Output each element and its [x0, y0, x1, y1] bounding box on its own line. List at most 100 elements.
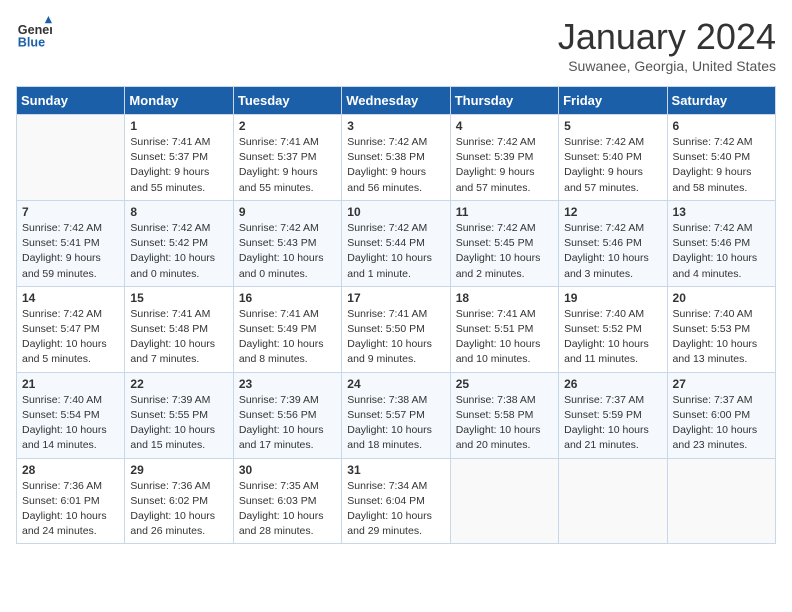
cell-content: Sunrise: 7:37 AMSunset: 5:59 PMDaylight:… [564, 393, 661, 454]
day-number: 14 [22, 291, 119, 305]
cell-content: Sunrise: 7:42 AMSunset: 5:39 PMDaylight:… [456, 135, 553, 196]
cell-content: Sunrise: 7:42 AMSunset: 5:40 PMDaylight:… [564, 135, 661, 196]
day-number: 10 [347, 205, 444, 219]
calendar-cell: 16 Sunrise: 7:41 AMSunset: 5:49 PMDayligh… [233, 286, 341, 372]
calendar-cell: 30 Sunrise: 7:35 AMSunset: 6:03 PMDayligh… [233, 458, 341, 544]
column-header-thursday: Thursday [450, 87, 558, 115]
cell-content: Sunrise: 7:42 AMSunset: 5:42 PMDaylight:… [130, 221, 227, 282]
title-block: January 2024 Suwanee, Georgia, United St… [558, 16, 776, 74]
day-number: 15 [130, 291, 227, 305]
calendar-cell: 21 Sunrise: 7:40 AMSunset: 5:54 PMDayligh… [17, 372, 125, 458]
cell-content: Sunrise: 7:34 AMSunset: 6:04 PMDaylight:… [347, 479, 444, 540]
day-number: 29 [130, 463, 227, 477]
cell-content: Sunrise: 7:42 AMSunset: 5:44 PMDaylight:… [347, 221, 444, 282]
cell-content: Sunrise: 7:41 AMSunset: 5:37 PMDaylight:… [130, 135, 227, 196]
day-number: 22 [130, 377, 227, 391]
day-number: 24 [347, 377, 444, 391]
cell-content: Sunrise: 7:41 AMSunset: 5:48 PMDaylight:… [130, 307, 227, 368]
calendar-cell: 19 Sunrise: 7:40 AMSunset: 5:52 PMDayligh… [559, 286, 667, 372]
calendar-cell: 14 Sunrise: 7:42 AMSunset: 5:47 PMDayligh… [17, 286, 125, 372]
day-number: 11 [456, 205, 553, 219]
calendar-cell: 24 Sunrise: 7:38 AMSunset: 5:57 PMDayligh… [342, 372, 450, 458]
cell-content: Sunrise: 7:39 AMSunset: 5:56 PMDaylight:… [239, 393, 336, 454]
day-number: 30 [239, 463, 336, 477]
calendar-cell [559, 458, 667, 544]
day-number: 17 [347, 291, 444, 305]
day-number: 12 [564, 205, 661, 219]
calendar-cell: 15 Sunrise: 7:41 AMSunset: 5:48 PMDayligh… [125, 286, 233, 372]
cell-content: Sunrise: 7:40 AMSunset: 5:52 PMDaylight:… [564, 307, 661, 368]
day-number: 9 [239, 205, 336, 219]
cell-content: Sunrise: 7:41 AMSunset: 5:37 PMDaylight:… [239, 135, 336, 196]
day-number: 1 [130, 119, 227, 133]
cell-content: Sunrise: 7:39 AMSunset: 5:55 PMDaylight:… [130, 393, 227, 454]
cell-content: Sunrise: 7:36 AMSunset: 6:01 PMDaylight:… [22, 479, 119, 540]
calendar-cell: 10 Sunrise: 7:42 AMSunset: 5:44 PMDayligh… [342, 200, 450, 286]
calendar-cell: 11 Sunrise: 7:42 AMSunset: 5:45 PMDayligh… [450, 200, 558, 286]
calendar-cell: 5 Sunrise: 7:42 AMSunset: 5:40 PMDaylight… [559, 115, 667, 201]
cell-content: Sunrise: 7:42 AMSunset: 5:45 PMDaylight:… [456, 221, 553, 282]
cell-content: Sunrise: 7:41 AMSunset: 5:50 PMDaylight:… [347, 307, 444, 368]
calendar-cell: 31 Sunrise: 7:34 AMSunset: 6:04 PMDayligh… [342, 458, 450, 544]
calendar-cell: 27Sunrise: 7:37 AMSunset: 6:00 PMDayligh… [667, 372, 775, 458]
cell-content: Sunrise: 7:42 AMSunset: 5:40 PMDaylight:… [673, 135, 770, 196]
day-number: 18 [456, 291, 553, 305]
cell-content: Sunrise: 7:38 AMSunset: 5:57 PMDaylight:… [347, 393, 444, 454]
cell-content: Sunrise: 7:35 AMSunset: 6:03 PMDaylight:… [239, 479, 336, 540]
calendar-cell: 9 Sunrise: 7:42 AMSunset: 5:43 PMDaylight… [233, 200, 341, 286]
day-number: 21 [22, 377, 119, 391]
calendar-table: SundayMondayTuesdayWednesdayThursdayFrid… [16, 86, 776, 544]
cell-content: Sunrise: 7:42 AMSunset: 5:46 PMDaylight:… [673, 221, 770, 282]
calendar-cell: 2 Sunrise: 7:41 AMSunset: 5:37 PMDaylight… [233, 115, 341, 201]
cell-content: Sunrise: 7:40 AMSunset: 5:54 PMDaylight:… [22, 393, 119, 454]
cell-content: Sunrise: 7:42 AMSunset: 5:41 PMDaylight:… [22, 221, 119, 282]
svg-text:Blue: Blue [18, 36, 45, 50]
calendar-cell: 29 Sunrise: 7:36 AMSunset: 6:02 PMDayligh… [125, 458, 233, 544]
calendar-cell: 17 Sunrise: 7:41 AMSunset: 5:50 PMDayligh… [342, 286, 450, 372]
calendar-cell: 4 Sunrise: 7:42 AMSunset: 5:39 PMDaylight… [450, 115, 558, 201]
calendar-cell: 8 Sunrise: 7:42 AMSunset: 5:42 PMDaylight… [125, 200, 233, 286]
page-header: General Blue January 2024 Suwanee, Georg… [16, 16, 776, 74]
day-number: 16 [239, 291, 336, 305]
calendar-cell: 12 Sunrise: 7:42 AMSunset: 5:46 PMDayligh… [559, 200, 667, 286]
cell-content: Sunrise: 7:42 AMSunset: 5:43 PMDaylight:… [239, 221, 336, 282]
logo: General Blue [16, 16, 52, 52]
cell-content: Sunrise: 7:40 AMSunset: 5:53 PMDaylight:… [673, 307, 770, 368]
column-header-monday: Monday [125, 87, 233, 115]
column-header-wednesday: Wednesday [342, 87, 450, 115]
day-number: 13 [673, 205, 770, 219]
calendar-cell: 18Sunrise: 7:41 AMSunset: 5:51 PMDayligh… [450, 286, 558, 372]
day-number: 25 [456, 377, 553, 391]
location-subtitle: Suwanee, Georgia, United States [558, 58, 776, 74]
month-title: January 2024 [558, 16, 776, 58]
cell-content: Sunrise: 7:41 AMSunset: 5:49 PMDaylight:… [239, 307, 336, 368]
day-number: 5 [564, 119, 661, 133]
cell-content: Sunrise: 7:36 AMSunset: 6:02 PMDaylight:… [130, 479, 227, 540]
calendar-cell: 20Sunrise: 7:40 AMSunset: 5:53 PMDayligh… [667, 286, 775, 372]
calendar-cell: 22 Sunrise: 7:39 AMSunset: 5:55 PMDayligh… [125, 372, 233, 458]
calendar-cell: 7Sunrise: 7:42 AMSunset: 5:41 PMDaylight… [17, 200, 125, 286]
cell-content: Sunrise: 7:42 AMSunset: 5:47 PMDaylight:… [22, 307, 119, 368]
cell-content: Sunrise: 7:42 AMSunset: 5:38 PMDaylight:… [347, 135, 444, 196]
day-number: 26 [564, 377, 661, 391]
day-number: 2 [239, 119, 336, 133]
calendar-cell [17, 115, 125, 201]
column-header-friday: Friday [559, 87, 667, 115]
day-number: 19 [564, 291, 661, 305]
column-header-saturday: Saturday [667, 87, 775, 115]
day-number: 8 [130, 205, 227, 219]
calendar-cell: 1 Sunrise: 7:41 AMSunset: 5:37 PMDaylight… [125, 115, 233, 201]
calendar-cell [667, 458, 775, 544]
calendar-cell: 13 Sunrise: 7:42 AMSunset: 5:46 PMDayligh… [667, 200, 775, 286]
calendar-cell: 6Sunrise: 7:42 AMSunset: 5:40 PMDaylight… [667, 115, 775, 201]
calendar-cell: 3 Sunrise: 7:42 AMSunset: 5:38 PMDaylight… [342, 115, 450, 201]
logo-icon: General Blue [16, 16, 52, 52]
cell-content: Sunrise: 7:42 AMSunset: 5:46 PMDaylight:… [564, 221, 661, 282]
day-number: 31 [347, 463, 444, 477]
day-number: 3 [347, 119, 444, 133]
column-header-sunday: Sunday [17, 87, 125, 115]
column-header-tuesday: Tuesday [233, 87, 341, 115]
calendar-cell: 28Sunrise: 7:36 AMSunset: 6:01 PMDayligh… [17, 458, 125, 544]
day-number: 4 [456, 119, 553, 133]
calendar-cell: 23Sunrise: 7:39 AMSunset: 5:56 PMDayligh… [233, 372, 341, 458]
